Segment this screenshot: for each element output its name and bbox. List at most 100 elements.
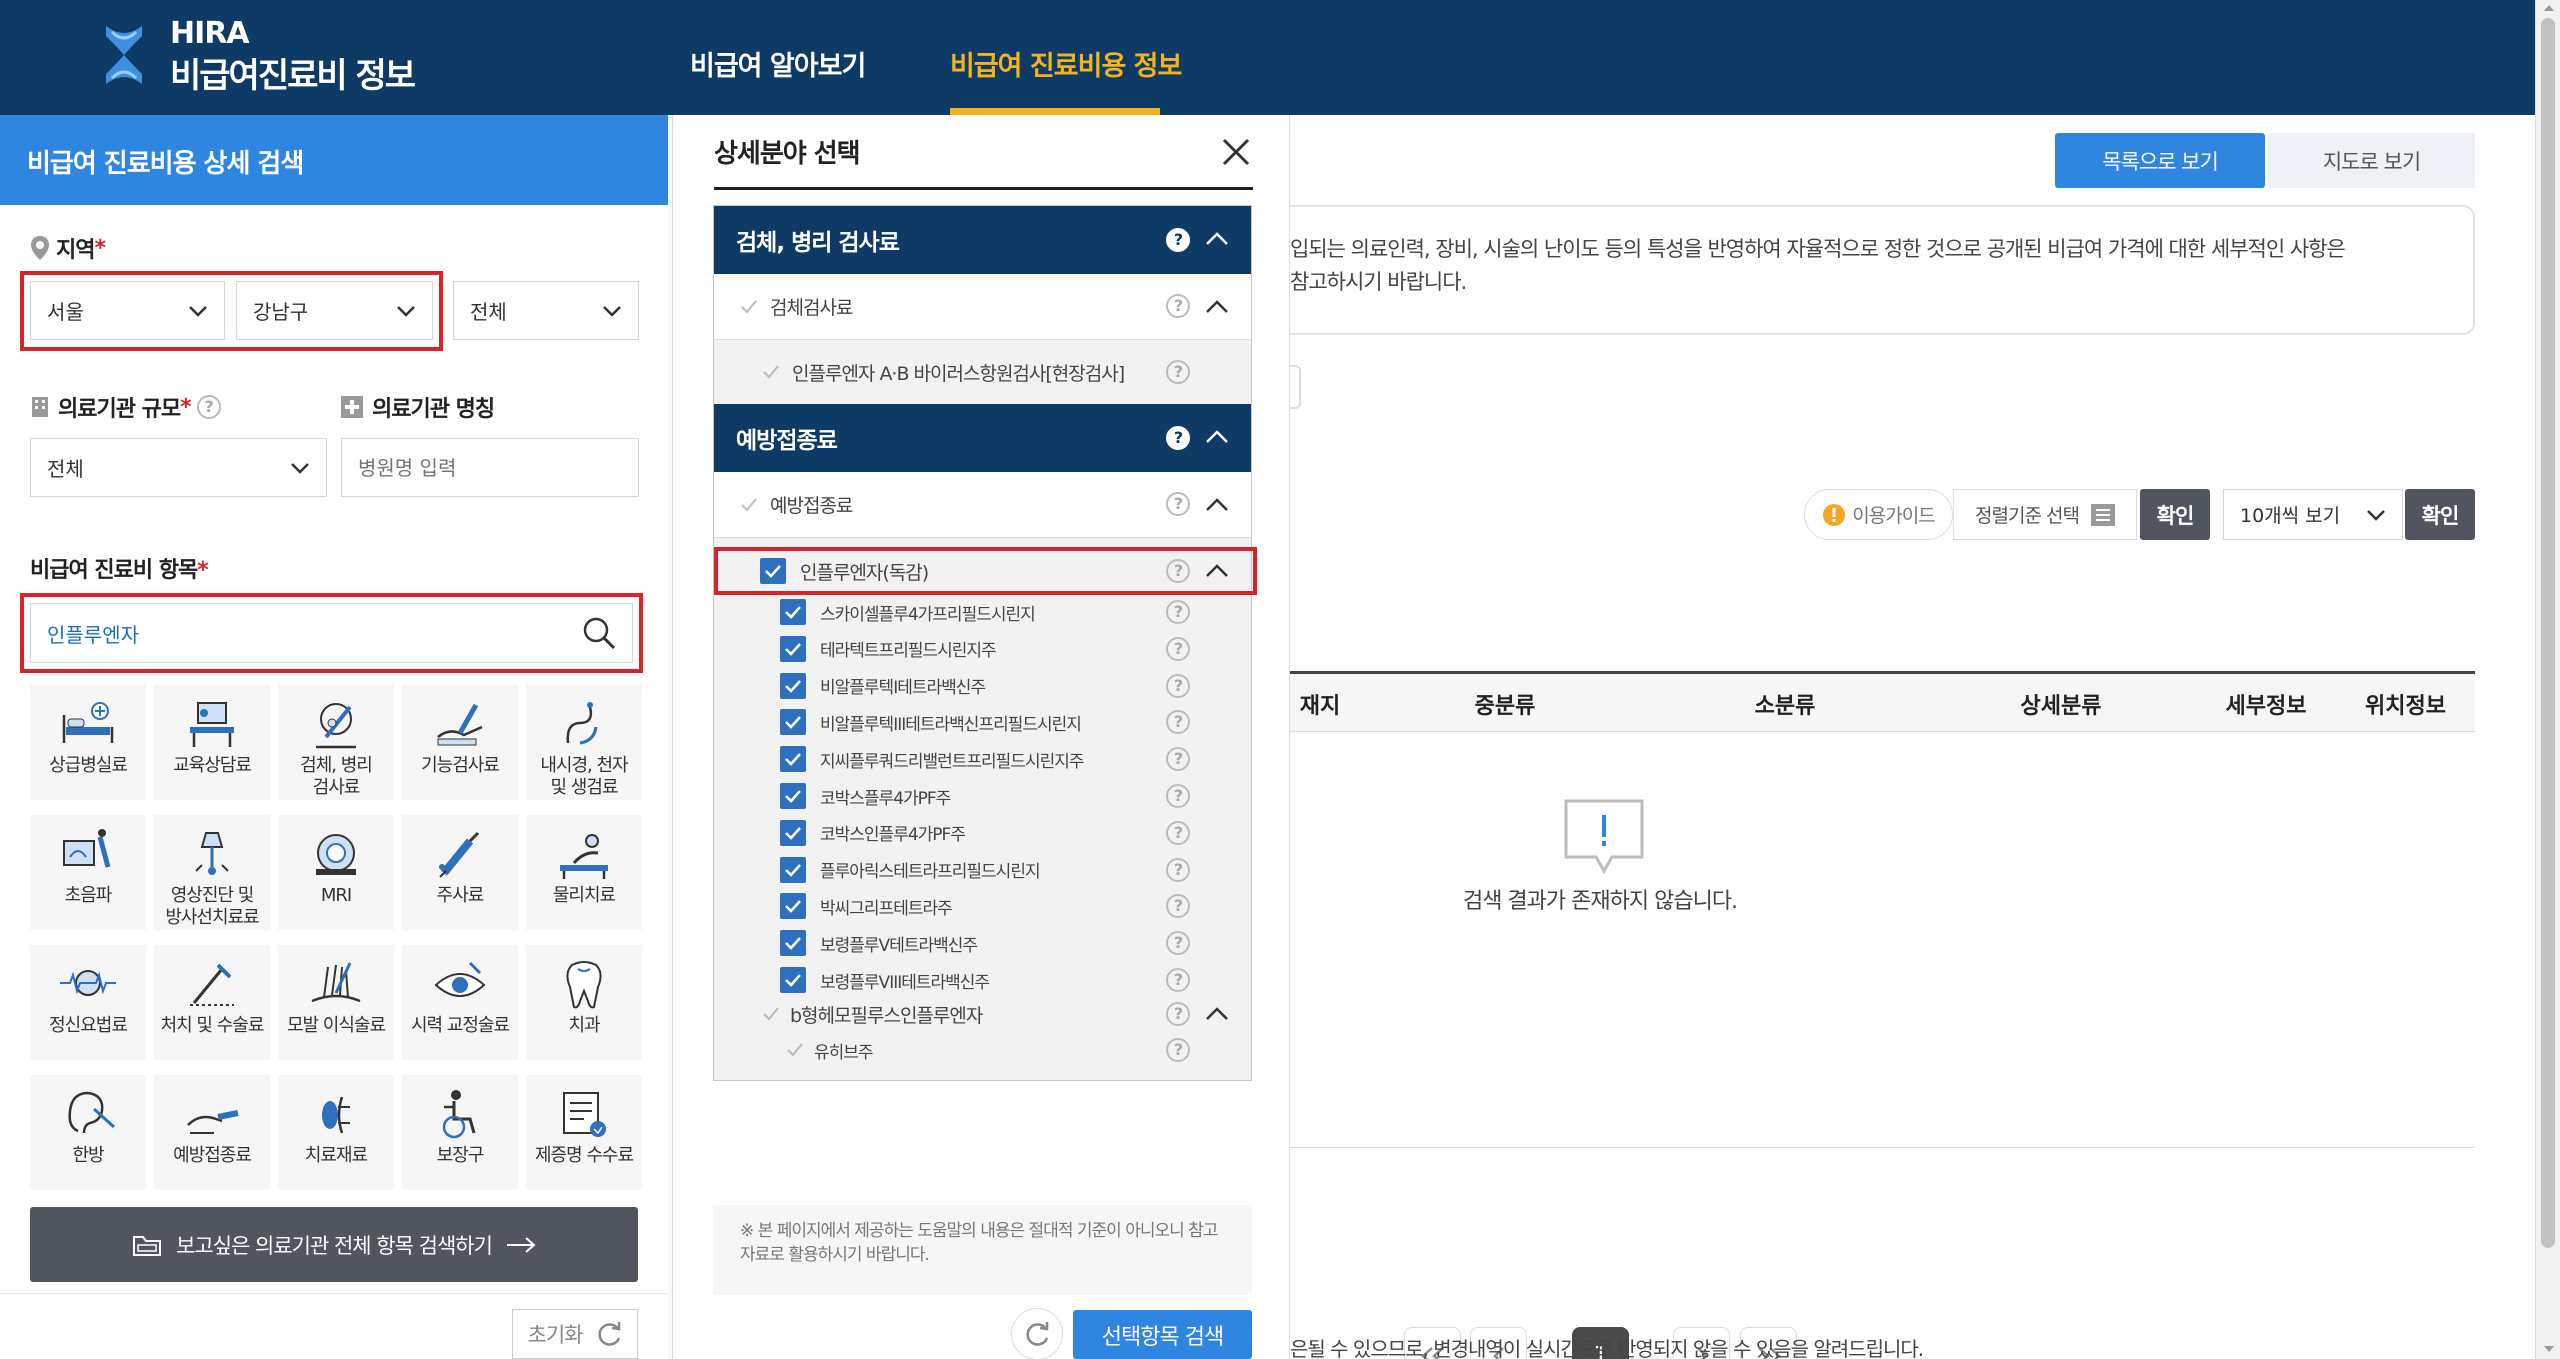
checkbox-checked-icon[interactable] — [780, 967, 806, 993]
category-item[interactable]: 정신요법료 — [30, 945, 146, 1060]
checkbox-checked-icon[interactable] — [780, 709, 806, 736]
vaccine-item[interactable]: 비알플루텍I테트라백신주? — [714, 668, 1251, 704]
vaccine-item[interactable]: 지씨플루쿼드리밸런트프리필드시린지주? — [714, 741, 1251, 777]
tree-row-hib-item[interactable]: 유히브주 ? — [714, 1032, 1251, 1068]
scrollbar-up-arrow[interactable] — [2543, 4, 2555, 12]
category-item[interactable]: MRI — [278, 815, 394, 930]
check-icon[interactable] — [760, 361, 782, 383]
page-scrollbar[interactable] — [2535, 0, 2560, 1359]
group-header-specimen[interactable]: 검체, 병리 검사료 ? — [714, 206, 1251, 274]
sido-select[interactable]: 서울 — [30, 281, 225, 340]
vaccine-item[interactable]: 박씨그리프테트라주? — [714, 888, 1251, 924]
vaccine-item[interactable]: 비알플루텍III테트라백신프리필드시린지? — [714, 704, 1251, 740]
help-icon[interactable]: ? — [1166, 1002, 1190, 1026]
check-icon[interactable] — [738, 296, 760, 318]
vaccine-item[interactable]: 코박스인플루4가PF주? — [714, 815, 1251, 851]
search-all-button[interactable]: 보고싶은 의료기관 전체 항목 검색하기 — [30, 1207, 638, 1282]
scrollbar-down-arrow[interactable] — [2543, 1345, 2555, 1353]
sigungu-select[interactable]: 강남구 — [236, 281, 433, 340]
help-icon[interactable]: ? — [196, 395, 221, 419]
per-page-confirm-button[interactable]: 확인 — [2405, 489, 2475, 540]
search-icon[interactable] — [582, 616, 616, 650]
item-search-input[interactable]: 인플루엔자 — [30, 603, 633, 663]
check-icon[interactable] — [738, 494, 760, 516]
help-icon[interactable]: ? — [1166, 894, 1190, 919]
hospital-name-input[interactable] — [341, 438, 639, 497]
logo-title[interactable]: 비급여진료비 정보 — [170, 48, 416, 97]
category-item[interactable]: 한방 — [30, 1075, 146, 1190]
reset-button[interactable]: 초기화 — [512, 1309, 638, 1359]
help-icon[interactable]: ? — [1166, 360, 1190, 384]
checkbox-checked-icon[interactable] — [780, 599, 806, 625]
chevron-up-icon[interactable] — [1205, 498, 1229, 512]
nav-item-cost-info[interactable]: 비급여 진료비용 정보 — [950, 44, 1182, 83]
help-icon[interactable]: ? — [1166, 784, 1190, 808]
vaccine-item[interactable]: 보령플루V테트라백신주? — [714, 925, 1251, 961]
category-item[interactable]: 모발 이식술료 — [278, 945, 394, 1060]
category-item[interactable]: 치료재료 — [278, 1075, 394, 1190]
vaccine-item[interactable]: 스카이셀플루4가프리필드시린지? — [714, 594, 1251, 630]
checkbox-checked-icon[interactable] — [780, 893, 806, 920]
help-icon[interactable]: ? — [1166, 426, 1190, 450]
tree-row-vaccination-sub[interactable]: 예방접종료 ? — [714, 472, 1251, 538]
vaccine-item[interactable]: 보령플루VIII테트라백신주? — [714, 962, 1251, 998]
help-icon[interactable]: ? — [1166, 636, 1190, 661]
vaccine-item[interactable]: 테라텍트프리필드시린지주? — [714, 631, 1251, 667]
help-icon[interactable]: ? — [1166, 931, 1190, 956]
sort-confirm-button[interactable]: 확인 — [2140, 489, 2210, 540]
category-item[interactable]: 제증명 수수료 — [526, 1075, 642, 1190]
selected-search-button[interactable]: 선택항목 검색 — [1073, 1310, 1252, 1359]
view-map-button[interactable]: 지도로 보기 — [2268, 133, 2475, 188]
category-item[interactable]: 물리치료 — [526, 815, 642, 930]
usage-guide-button[interactable]: 이용가이드 — [1804, 489, 1953, 540]
category-item[interactable]: 주사료 — [402, 815, 518, 930]
dong-select[interactable]: 전체 — [453, 281, 639, 340]
checkbox-checked-icon[interactable] — [780, 930, 806, 957]
category-item[interactable]: 보장구 — [402, 1075, 518, 1190]
per-page-select[interactable]: 10개씩 보기 — [2223, 489, 2403, 540]
help-icon[interactable]: ? — [1166, 968, 1190, 992]
check-icon[interactable] — [760, 1003, 782, 1025]
checkbox-checked-icon[interactable] — [780, 635, 806, 662]
help-icon[interactable]: ? — [1166, 1038, 1190, 1062]
vaccine-item[interactable]: 플루아릭스테트라프리필드시린지? — [714, 852, 1251, 888]
chevron-up-icon[interactable] — [1205, 1007, 1229, 1021]
checkbox-checked-icon[interactable] — [780, 672, 806, 699]
checkbox-checked-icon[interactable] — [780, 819, 806, 846]
checkbox-checked-icon[interactable] — [780, 856, 806, 883]
category-item[interactable]: 내시경, 천자 및 생검료 — [526, 685, 642, 800]
category-item[interactable]: 시력 교정술료 — [402, 945, 518, 1060]
checkbox-checked-icon[interactable] — [780, 746, 806, 773]
category-item[interactable]: 치과 — [526, 945, 642, 1060]
close-icon[interactable] — [1221, 137, 1251, 167]
category-item[interactable]: 영상진단 및 방사선치료료 — [154, 815, 270, 930]
help-icon[interactable]: ? — [1166, 673, 1190, 698]
category-item[interactable]: 예방접종료 — [154, 1075, 270, 1190]
vaccine-item[interactable]: 코박스플루4가PF주? — [714, 778, 1251, 814]
chevron-up-icon[interactable] — [1205, 430, 1229, 444]
help-icon[interactable]: ? — [1166, 600, 1190, 624]
sort-select[interactable]: 정렬기준 선택 — [1953, 489, 2137, 540]
nav-item-info[interactable]: 비급여 알아보기 — [690, 44, 866, 83]
modal-refresh-icon[interactable] — [1011, 1308, 1063, 1359]
help-icon[interactable]: ? — [1166, 710, 1190, 735]
check-icon[interactable] — [784, 1039, 806, 1061]
category-item[interactable]: 초음파 — [30, 815, 146, 930]
help-icon[interactable]: ? — [1166, 492, 1190, 516]
tree-row-specimen-detail[interactable]: 인플루엔자 A·B 바이러스항원검사[현장검사] ? — [714, 340, 1251, 404]
help-icon[interactable]: ? — [1166, 747, 1190, 772]
chevron-up-icon[interactable] — [1205, 300, 1229, 314]
group-header-vaccination[interactable]: 예방접종료 ? — [714, 404, 1251, 472]
hira-logo-icon[interactable] — [98, 22, 150, 88]
help-icon[interactable]: ? — [1166, 820, 1190, 845]
category-item[interactable]: 상급병실료 — [30, 685, 146, 800]
logo-abbr[interactable]: HIRA — [170, 16, 250, 51]
category-item[interactable]: 기능검사료 — [402, 685, 518, 800]
help-icon[interactable]: ? — [1166, 294, 1190, 318]
scrollbar-thumb[interactable] — [2541, 18, 2555, 1248]
tree-row-specimen-sub[interactable]: 검체검사료 ? — [714, 274, 1251, 340]
tree-row-hib[interactable]: b형헤모필루스인플루엔자 ? — [714, 996, 1251, 1032]
category-item[interactable]: 교육상담료 — [154, 685, 270, 800]
help-icon[interactable]: ? — [1166, 857, 1190, 882]
help-icon[interactable]: ? — [1166, 228, 1190, 252]
